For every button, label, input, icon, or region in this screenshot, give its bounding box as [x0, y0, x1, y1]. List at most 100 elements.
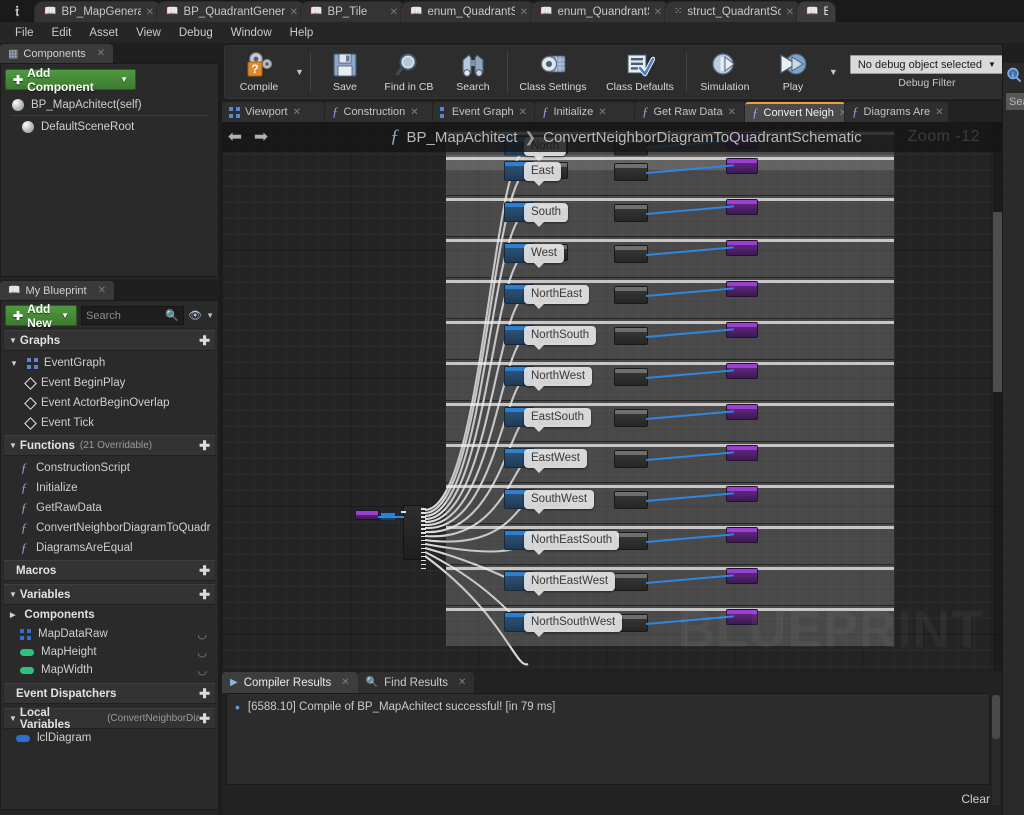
eye-icon[interactable]: 👁 [188, 309, 202, 322]
close-icon[interactable]: ✕ [458, 677, 466, 688]
graph-node-band[interactable] [446, 155, 894, 195]
close-icon[interactable]: ✕ [390, 7, 398, 18]
section-header-graphs[interactable]: ▼ Graphs ✚ [4, 330, 215, 351]
make-struct-node[interactable] [614, 368, 648, 386]
graph-node-band[interactable] [446, 606, 894, 646]
switch-input-pin[interactable] [401, 511, 406, 513]
eye-icon[interactable]: ◡ [197, 646, 207, 659]
section-header-functions[interactable]: ▼ Functions (21 Overridable) ✚ [4, 435, 215, 456]
graph-tab-get-raw-data[interactable]: ƒ Get Raw Data ✕ [635, 102, 745, 122]
graph-node-band[interactable] [446, 524, 894, 564]
graph-node-band[interactable] [446, 196, 894, 236]
graph-tab-construction[interactable]: ƒ Construction ✕ [325, 102, 433, 122]
tree-row-getrawdata[interactable]: ƒ GetRawData [4, 498, 215, 518]
close-icon[interactable]: ✕ [146, 7, 154, 18]
add-dispatcher-button[interactable]: ✚ [199, 686, 210, 702]
close-icon[interactable]: ✕ [519, 107, 527, 118]
close-icon[interactable]: ✕ [410, 107, 418, 118]
details-search-input[interactable]: Sea [1006, 93, 1024, 110]
menu-item-debug[interactable]: Debug [170, 24, 222, 42]
make-struct-node[interactable] [614, 286, 648, 304]
variable-row-lcldiagram[interactable]: lclDiagram [4, 729, 215, 747]
graph-tab-event-graph[interactable]: Event Graph ✕ [433, 102, 535, 122]
menu-item-window[interactable]: Window [222, 24, 281, 42]
make-struct-node[interactable] [614, 450, 648, 468]
class-defaults-button[interactable]: Class Defaults [596, 46, 684, 98]
make-struct-node[interactable] [614, 532, 648, 550]
add-function-button[interactable]: ✚ [199, 438, 210, 454]
add-component-button[interactable]: ✚ Add Component ▼ [5, 66, 136, 94]
input-variable-node[interactable] [355, 510, 379, 520]
switch-output-pins[interactable] [421, 508, 426, 572]
component-row-self[interactable]: BP_MapAchitect(self) [4, 94, 215, 115]
section-header-variables[interactable]: ▼ Variables ✚ [4, 584, 215, 605]
log-line[interactable]: • [6588.10] Compile of BP_MapAchitect su… [235, 700, 981, 714]
graph-node-band[interactable] [446, 360, 894, 400]
asset-tab-3[interactable]: 📖 enum_QuadrantShape ✕ [400, 1, 536, 22]
make-struct-node[interactable] [614, 245, 648, 263]
graph-node-band[interactable] [446, 442, 894, 482]
make-struct-node[interactable] [614, 573, 648, 591]
graph-tab-viewport[interactable]: Viewport ✕ [222, 102, 325, 122]
make-struct-node[interactable] [614, 491, 648, 509]
asset-tab-0[interactable]: 📖 BP_MapGenerator ✕ [34, 1, 162, 22]
simulation-button[interactable]: Simulation [689, 46, 761, 98]
graph-node-band[interactable] [446, 278, 894, 318]
close-icon[interactable]: ✕ [728, 107, 736, 118]
play-dropdown-caret[interactable]: ▼ [825, 46, 842, 98]
variable-row-mapwidth[interactable]: MapWidth ◡ [4, 661, 215, 679]
chevron-down-icon[interactable]: ▼ [206, 311, 214, 320]
tree-row-constructionscript[interactable]: ƒ ConstructionScript [4, 458, 215, 478]
debug-object-select[interactable]: No debug object selected ▼ [849, 55, 1004, 74]
asset-tab-5[interactable]: ⁙ struct_QuadrantSchema ✕ [664, 1, 802, 22]
tree-row-event-actorbeginoverlap[interactable]: Event ActorBeginOverlap [4, 393, 215, 413]
tree-row-event-beginplay[interactable]: Event BeginPlay [4, 373, 215, 393]
back-arrow-icon[interactable]: ⬅ [222, 127, 248, 147]
graph-node-band[interactable] [446, 319, 894, 359]
tree-row-event-graph[interactable]: ▼ EventGraph [4, 353, 215, 373]
menu-item-view[interactable]: View [127, 24, 170, 42]
make-struct-node[interactable] [614, 204, 648, 222]
tab-my-blueprint[interactable]: 📖 My Blueprint ✕ [0, 281, 114, 300]
graph-node-band[interactable] [446, 565, 894, 605]
menu-item-file[interactable]: File [6, 24, 43, 42]
tree-row-diagramsareequal[interactable]: ƒ DiagramsAreEqual [4, 538, 215, 558]
section-header-local-variables[interactable]: ▼ Local Variables (ConvertNeighborDiag ✚ [4, 707, 215, 731]
class-settings-button[interactable]: Class Settings [510, 46, 596, 98]
asset-tab-2[interactable]: 📖 BP_Tile ✕ [300, 1, 406, 22]
add-graph-button[interactable]: ✚ [199, 333, 210, 349]
variable-row-mapdataraw[interactable]: MapDataRaw ◡ [4, 625, 215, 643]
make-struct-node[interactable] [614, 163, 648, 181]
save-button[interactable]: Save [313, 46, 377, 98]
graph-tab-diagrams-are[interactable]: ƒ Diagrams Are ✕ [845, 102, 949, 122]
add-new-button[interactable]: ✚ Add New ▼ [5, 302, 77, 330]
close-icon[interactable]: ✕ [786, 7, 794, 18]
asset-tab-6[interactable]: 📖 BP [796, 1, 836, 22]
make-struct-node[interactable] [614, 327, 648, 345]
close-icon[interactable]: ✕ [598, 107, 606, 118]
tab-compiler-results[interactable]: ▶ Compiler Results ✕ [222, 672, 358, 693]
variables-group-components[interactable]: ▶ Components [4, 605, 215, 625]
tree-row-event-tick[interactable]: Event Tick [4, 413, 215, 433]
tree-row-convertneighbordiagram[interactable]: ƒ ConvertNeighborDiagramToQuadr [4, 518, 215, 538]
tab-find-results[interactable]: 🔍 Find Results ✕ [357, 672, 475, 693]
clear-button[interactable]: Clear [961, 792, 990, 806]
close-icon[interactable]: ✕ [654, 7, 662, 18]
eye-icon[interactable]: ◡ [197, 628, 207, 641]
add-variable-button[interactable]: ✚ [199, 587, 210, 603]
close-icon[interactable]: ✕ [520, 7, 528, 18]
switch-node[interactable] [401, 505, 426, 570]
breadcrumb-root[interactable]: BP_MapAchitect [407, 129, 518, 146]
graph-tab-convert-neigh[interactable]: ƒConvert Neigh✕ [745, 102, 845, 122]
play-button[interactable]: Play [761, 46, 825, 98]
compile-dropdown-caret[interactable]: ▼ [291, 46, 308, 98]
log-vertical-scrollbar[interactable] [992, 695, 1000, 805]
tree-row-initialize[interactable]: ƒ Initialize [4, 478, 215, 498]
add-local-variable-button[interactable]: ✚ [199, 711, 210, 727]
menu-item-help[interactable]: Help [281, 24, 323, 42]
graph-tab-initialize[interactable]: ƒ Initialize ✕ [535, 102, 635, 122]
eye-icon[interactable]: ◡ [197, 664, 207, 677]
section-header-macros[interactable]: Macros ✚ [4, 560, 215, 581]
component-row-scene-root[interactable]: DefaultSceneRoot [4, 116, 215, 137]
find-in-content-browser-button[interactable]: Find in CB [377, 46, 441, 98]
